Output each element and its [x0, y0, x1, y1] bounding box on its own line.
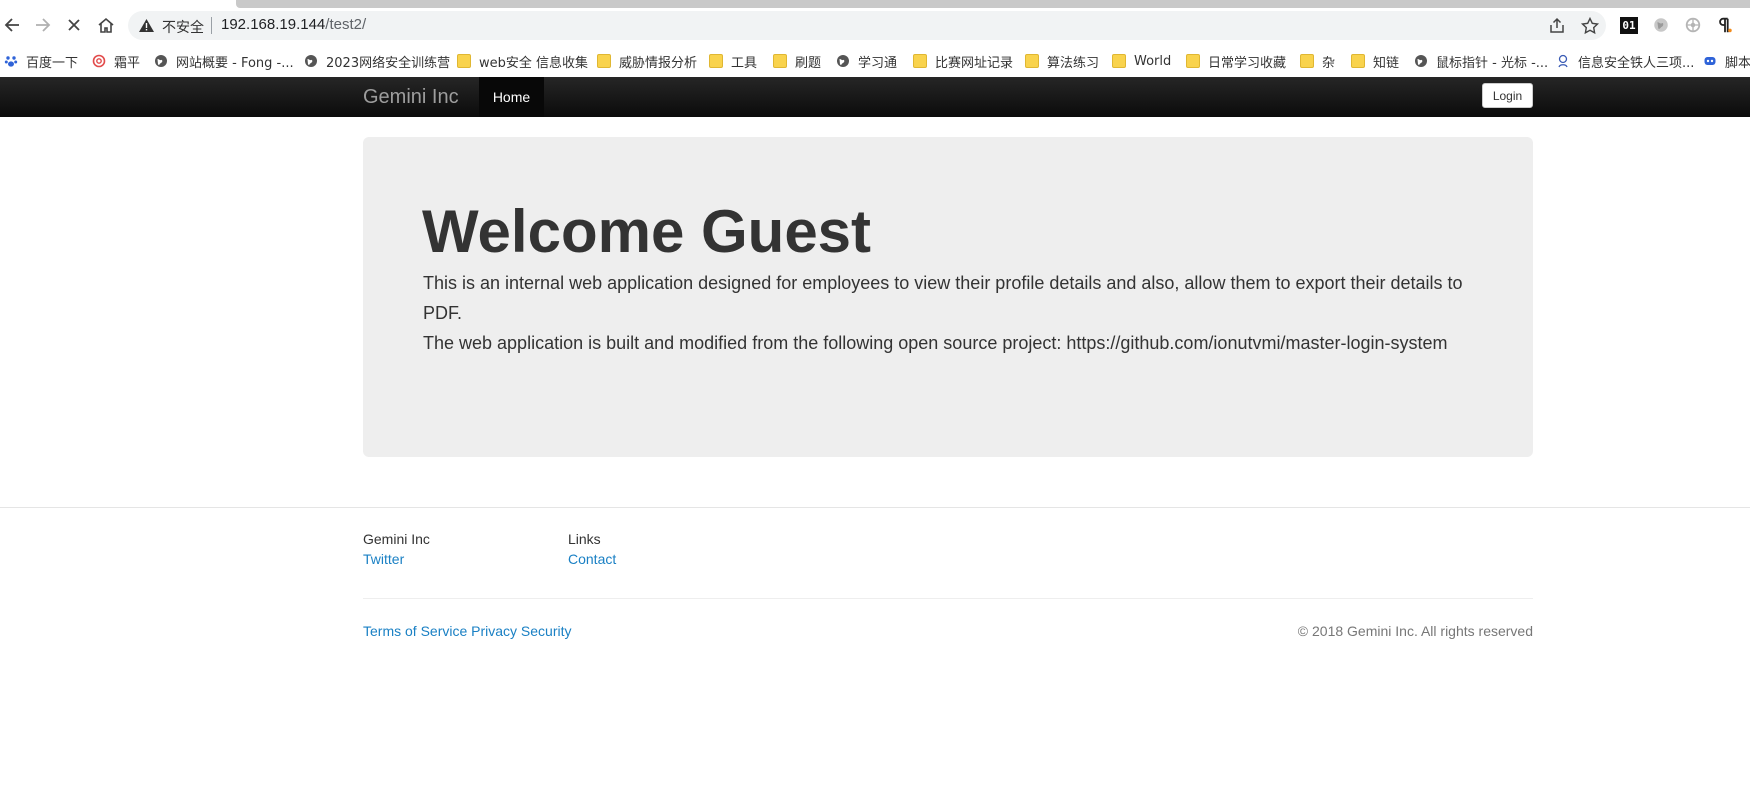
bookmark-label: 鼠标指针 - 光标 -...: [1436, 55, 1549, 71]
security-status-label[interactable]: 不安全: [162, 17, 204, 37]
nav-home-link[interactable]: Home: [479, 77, 544, 117]
extension-globe-icon[interactable]: [1651, 15, 1671, 35]
footer-links-title: Links: [568, 531, 601, 547]
folder-icon: [913, 54, 927, 68]
extension-01-icon[interactable]: 01: [1620, 17, 1638, 34]
folder-icon: [1025, 54, 1039, 68]
footer-contact-link[interactable]: Contact: [568, 551, 616, 567]
bookmark-label: 学习通: [858, 55, 898, 71]
url-host: 192.168.19.144: [221, 16, 326, 33]
bookmark-item[interactable]: 刷题: [773, 50, 821, 72]
warning-icon: [139, 19, 154, 32]
back-button[interactable]: [0, 12, 26, 38]
home-button[interactable]: [93, 12, 119, 38]
tab-strip-scrollbar[interactable]: [236, 0, 1750, 8]
intro-paragraph: This is an internal web application desi…: [423, 273, 1463, 323]
bookmark-label: 2023网络安全训练营: [326, 55, 451, 71]
url-path: /test2/: [325, 16, 367, 33]
footer-company-title: Gemini Inc: [363, 531, 430, 547]
extension-wheel-icon[interactable]: [1683, 15, 1703, 35]
bookmark-label: 知链: [1373, 55, 1400, 71]
stop-loading-button[interactable]: [61, 12, 87, 38]
intro-text: This is an internal web application desi…: [423, 268, 1473, 358]
bookmark-item[interactable]: 鼠标指针 - 光标 -...: [1414, 50, 1548, 72]
bookmark-item[interactable]: 知链: [1351, 50, 1399, 72]
footer-copyright: © 2018 Gemini Inc. All rights reserved: [1297, 623, 1533, 639]
bookmark-label: 工具: [731, 55, 758, 71]
folder-icon: [773, 54, 787, 68]
site-navbar: Gemini Inc Home Login: [0, 77, 1750, 117]
address-divider: [211, 17, 212, 34]
bookmark-label: 比赛网址记录: [935, 55, 1014, 71]
bookmark-label: 网站概要 - Fong -...: [176, 55, 294, 71]
browser-toolbar: 不安全 192.168.19.144/test2/ 01: [0, 0, 1750, 50]
folder-icon: [597, 54, 611, 68]
home-icon: [98, 17, 114, 33]
bookmark-item[interactable]: 比赛网址记录: [913, 50, 1013, 72]
url-text[interactable]: 192.168.19.144/test2/: [221, 16, 366, 33]
swirl-icon: [92, 54, 106, 68]
bookmark-label: 脚本: [1725, 55, 1750, 71]
bookmark-item[interactable]: web安全 信息收集: [457, 50, 588, 72]
bookmark-label: 杂: [1322, 55, 1336, 71]
robot-icon: [1704, 57, 1716, 65]
brand-link[interactable]: Gemini Inc: [363, 86, 459, 109]
globe-icon: [1415, 55, 1427, 67]
bookmark-label: World: [1134, 53, 1172, 69]
welcome-jumbotron: Welcome Guest This is an internal web ap…: [363, 137, 1533, 457]
source-project-paragraph: The web application is built and modifie…: [423, 333, 1448, 353]
bookmark-label: 刷题: [795, 55, 822, 71]
bookmark-item[interactable]: World: [1112, 50, 1171, 72]
bookmark-label: 百度一下: [26, 55, 79, 71]
bookmark-label: 霜平: [114, 55, 141, 71]
arrow-right-icon: [36, 18, 51, 32]
globe-icon: [837, 55, 849, 67]
bookmark-label: 信息安全铁人三项...: [1578, 55, 1695, 71]
bookmark-item[interactable]: 杂: [1300, 50, 1335, 72]
welcome-heading: Welcome Guest: [422, 198, 872, 265]
bookmark-item[interactable]: 学习通: [836, 50, 897, 72]
bookmark-item[interactable]: 算法练习: [1025, 50, 1099, 72]
folder-icon: [1186, 54, 1200, 68]
bookmark-label: 日常学习收藏: [1208, 55, 1287, 71]
close-icon: [68, 19, 80, 31]
folder-icon: [1300, 54, 1314, 68]
bookmark-item[interactable]: 网站概要 - Fong -...: [154, 50, 294, 72]
mascot-icon: [1558, 54, 1568, 68]
share-icon[interactable]: [1547, 16, 1567, 36]
bookmark-item[interactable]: 日常学习收藏: [1186, 50, 1286, 72]
folder-icon: [1351, 54, 1365, 68]
bookmark-label: 算法练习: [1047, 55, 1100, 71]
footer-twitter-link[interactable]: Twitter: [363, 551, 404, 567]
folder-icon: [709, 54, 723, 68]
globe-icon: [155, 55, 167, 67]
bookmark-label: web安全 信息收集: [479, 55, 589, 71]
bookmark-item[interactable]: 威胁情报分析: [597, 50, 697, 72]
bookmark-star-icon[interactable]: [1580, 16, 1600, 36]
login-button[interactable]: Login: [1482, 83, 1533, 108]
bookmark-item[interactable]: 脚本: [1703, 50, 1750, 72]
bookmarks-bar: 百度一下 霜平 网站概要 - Fong -... 2023网络安全训练营 web…: [0, 46, 1750, 76]
bookmark-item[interactable]: 百度一下: [4, 50, 78, 72]
folder-icon: [457, 54, 471, 68]
footer-inner-divider: [363, 598, 1533, 599]
address-bar[interactable]: 不安全 192.168.19.144/test2/: [128, 11, 1606, 40]
extension-pilcrow-icon[interactable]: [1715, 15, 1735, 35]
bookmark-item[interactable]: 2023网络安全训练营: [304, 50, 450, 72]
bookmark-item[interactable]: 工具: [709, 50, 757, 72]
footer-divider: [0, 507, 1750, 508]
footer-legal-links[interactable]: Terms of Service Privacy Security: [363, 623, 572, 639]
globe-icon: [305, 55, 317, 67]
bookmark-label: 威胁情报分析: [619, 55, 698, 71]
forward-button[interactable]: [29, 12, 55, 38]
paw-icon: [4, 56, 18, 67]
bookmark-item[interactable]: 信息安全铁人三项...: [1556, 50, 1694, 72]
bookmark-item[interactable]: 霜平: [92, 50, 140, 72]
folder-icon: [1112, 54, 1126, 68]
arrow-left-icon: [4, 18, 19, 32]
